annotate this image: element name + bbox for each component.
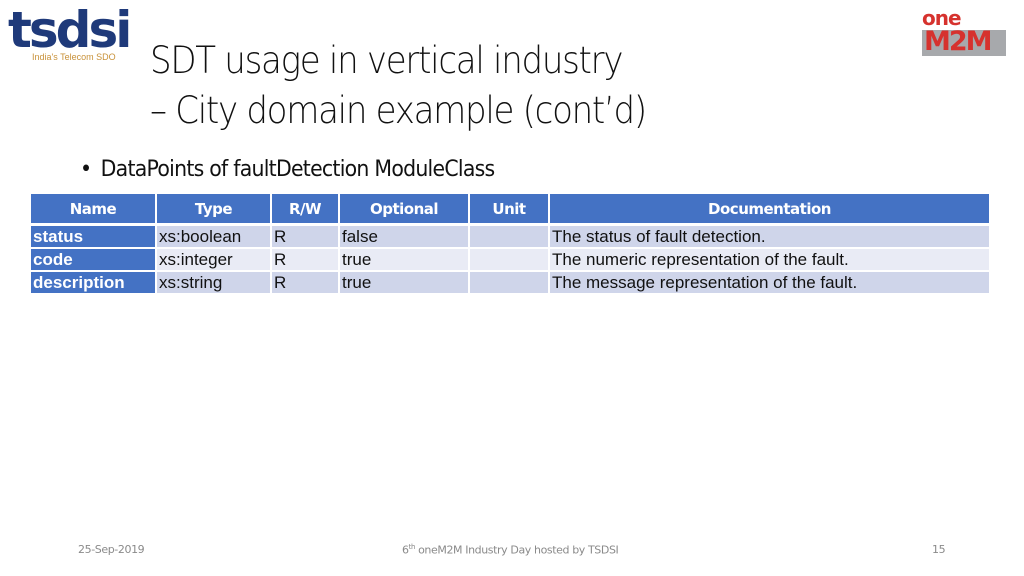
cell-optional: true [339, 248, 470, 272]
tsdsi-logo: tsdsi India's Telecom SDO [8, 2, 132, 64]
cell-unit [469, 248, 550, 272]
column-header-unit: Unit [469, 194, 550, 226]
footer-page-number: 15 [932, 543, 946, 556]
table-row: code xs:integer R true The numeric repre… [31, 248, 989, 272]
cell-rw: R [271, 224, 340, 249]
slide-title-line1: SDT usage in vertical industry [150, 39, 623, 82]
cell-documentation: The message representation of the fault. [549, 271, 989, 295]
cell-optional: true [339, 271, 470, 295]
cell-type: xs:string [156, 271, 272, 295]
m2m-first-m: M [924, 26, 951, 57]
onem2m-logo-m2m: M2M [924, 26, 993, 58]
m2m-two: 2 [948, 26, 968, 57]
column-header-rw: R/W [271, 194, 340, 226]
m2m-second-m: M [965, 26, 993, 57]
cell-name: description [31, 271, 157, 295]
cell-optional: false [339, 224, 470, 249]
column-header-documentation: Documentation [549, 194, 989, 226]
footer-event-number: 6 [402, 543, 409, 557]
cell-rw: R [271, 248, 340, 272]
cell-documentation: The numeric representation of the fault. [549, 248, 989, 272]
cell-unit [469, 271, 550, 295]
datapoints-table: Name Type R/W Optional Unit Documentatio… [31, 194, 989, 295]
column-header-type: Type [156, 194, 272, 226]
bullet-text: DataPoints of faultDetection ModuleClass [100, 157, 496, 182]
onem2m-logo: one M2M [920, 6, 1006, 58]
column-header-name: Name [31, 194, 157, 226]
bullet-item: • DataPoints of faultDetection ModuleClas… [80, 157, 496, 182]
column-header-optional: Optional [339, 194, 470, 226]
tsdsi-logo-wordmark: tsdsi [8, 1, 132, 59]
cell-rw: R [271, 271, 340, 295]
cell-name: status [31, 224, 157, 249]
cell-type: xs:integer [156, 248, 272, 272]
table-row: description xs:string R true The message… [31, 271, 989, 295]
footer-event-text: oneM2M Industry Day hosted by TSDSI [415, 543, 619, 557]
table-row: status xs:boolean R false The status of … [31, 224, 989, 249]
tsdsi-logo-tagline: India's Telecom SDO [32, 52, 116, 62]
cell-unit [469, 224, 550, 249]
table-header-row: Name Type R/W Optional Unit Documentatio… [31, 194, 989, 226]
cell-type: xs:boolean [156, 224, 272, 249]
footer-event: 6th oneM2M Industry Day hosted by TSDSI [402, 543, 619, 557]
cell-name: code [31, 248, 157, 272]
bullet-dot-icon: • [80, 157, 92, 182]
footer-date: 25-Sep-2019 [78, 543, 145, 556]
slide-title-line2: – City domain example (cont’d) [150, 89, 647, 132]
slide-title: SDT usage in vertical industry – City do… [150, 36, 647, 136]
cell-documentation: The status of fault detection. [549, 224, 989, 249]
